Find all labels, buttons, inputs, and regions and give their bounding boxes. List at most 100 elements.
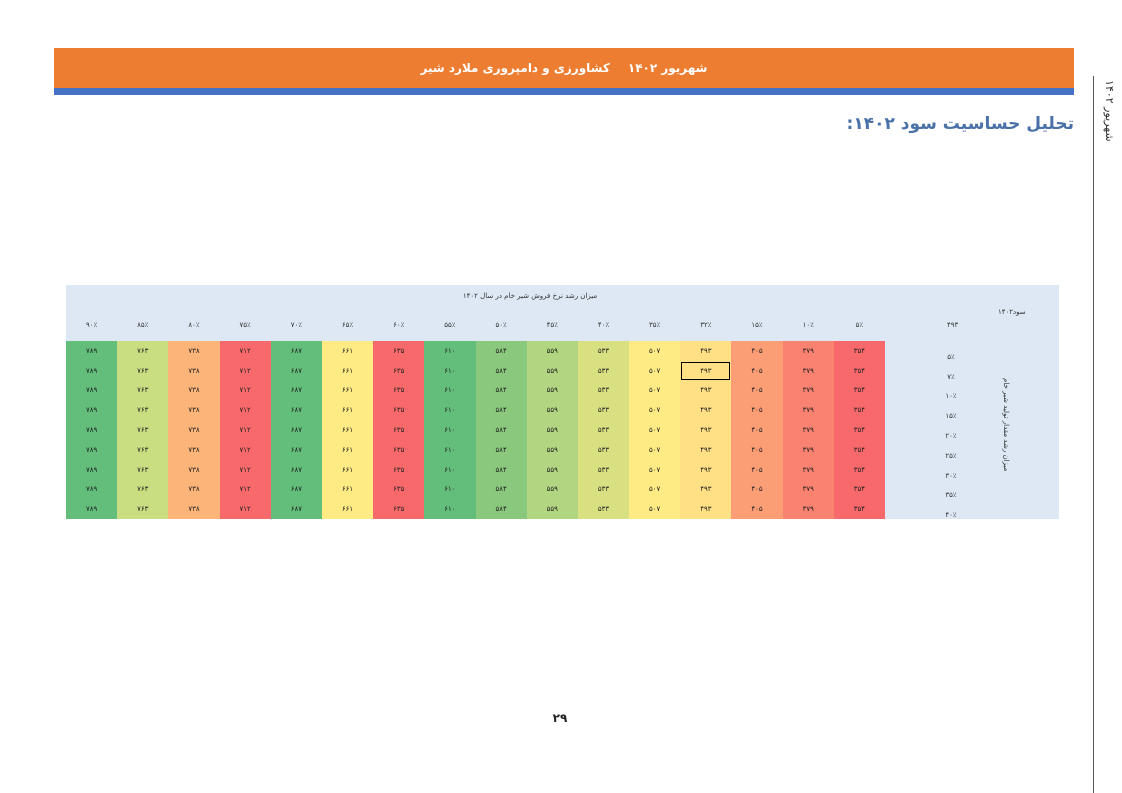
table-cell[interactable]: ۳۷۹ <box>782 439 834 460</box>
table-cell[interactable]: ۶۱۰ <box>424 360 476 381</box>
table-cell[interactable]: ۶۳۵ <box>373 479 425 500</box>
table-cell[interactable]: ۶۱۰ <box>424 341 476 361</box>
table-cell[interactable]: ۷۸۹ <box>66 400 118 421</box>
table-cell[interactable]: ۷۱۲ <box>219 439 271 460</box>
table-cell[interactable]: ۷۱۲ <box>219 341 271 361</box>
table-cell[interactable]: ۵۵۹ <box>526 360 578 381</box>
table-cell[interactable]: ۶۱۰ <box>424 459 476 480</box>
table-cell[interactable]: ۳۵۴ <box>833 380 885 401</box>
table-cell[interactable]: ۴۹۳ <box>680 360 732 381</box>
table-cell[interactable]: ۶۸۷ <box>270 499 322 519</box>
table-cell[interactable]: ۵۵۹ <box>526 499 578 519</box>
table-cell[interactable]: ۵۳۳ <box>577 420 630 440</box>
table-cell[interactable]: ۵۸۴ <box>475 459 527 480</box>
table-cell[interactable]: ۵۵۹ <box>526 479 578 500</box>
table-cell[interactable]: ۵۸۴ <box>475 360 527 381</box>
table-cell[interactable]: ۵۰۷ <box>629 420 681 440</box>
table-cell[interactable]: ۵۰۷ <box>629 360 681 381</box>
table-cell[interactable]: ۶۸۷ <box>270 380 322 401</box>
table-cell[interactable]: ۵۵۹ <box>526 380 578 401</box>
table-cell[interactable]: ۳۵۴ <box>833 459 885 480</box>
table-cell[interactable]: ۵۸۴ <box>475 380 527 401</box>
table-cell[interactable]: ۷۳۸ <box>168 439 220 460</box>
table-cell[interactable]: ۶۶۱ <box>321 479 374 500</box>
table-cell[interactable]: ۶۳۵ <box>373 499 425 519</box>
table-cell[interactable]: ۷۳۸ <box>168 459 220 480</box>
table-cell[interactable]: ۳۵۴ <box>833 341 885 361</box>
table-cell[interactable]: ۷۸۹ <box>66 420 118 440</box>
table-cell[interactable]: ۷۸۹ <box>66 499 118 519</box>
table-cell[interactable]: ۳۵۴ <box>833 420 885 440</box>
table-cell[interactable]: ۴۰۵ <box>731 360 783 381</box>
table-cell[interactable]: ۶۸۷ <box>270 420 322 440</box>
table-cell[interactable]: ۵۰۷ <box>629 479 681 500</box>
table-cell[interactable]: ۶۶۱ <box>321 400 374 421</box>
table-cell[interactable]: ۷۶۳ <box>117 479 169 500</box>
table-cell[interactable]: ۶۱۰ <box>424 479 476 500</box>
table-cell[interactable]: ۶۱۰ <box>424 499 476 519</box>
table-cell[interactable]: ۴۰۵ <box>731 380 783 401</box>
table-cell[interactable]: ۶۶۱ <box>321 380 374 401</box>
table-cell[interactable]: ۶۱۰ <box>424 420 476 440</box>
table-cell[interactable]: ۶۱۰ <box>424 400 476 421</box>
table-cell[interactable]: ۴۰۵ <box>731 499 783 519</box>
table-cell[interactable]: ۳۷۹ <box>782 400 834 421</box>
table-cell[interactable]: ۳۷۹ <box>782 380 834 401</box>
table-cell[interactable]: ۵۰۷ <box>629 341 681 361</box>
table-cell[interactable]: ۳۵۴ <box>833 479 885 500</box>
table-cell[interactable]: ۷۱۲ <box>219 380 271 401</box>
table-cell[interactable]: ۶۶۱ <box>321 360 374 381</box>
table-cell[interactable]: ۴۹۳ <box>680 380 732 401</box>
table-cell[interactable]: ۴۰۵ <box>731 479 783 500</box>
table-cell[interactable]: ۷۳۸ <box>168 479 220 500</box>
table-cell[interactable]: ۷۱۲ <box>219 400 271 421</box>
table-cell[interactable]: ۶۶۱ <box>321 459 374 480</box>
table-cell[interactable]: ۶۸۷ <box>270 360 322 381</box>
table-cell[interactable]: ۶۶۱ <box>321 439 374 460</box>
table-cell[interactable]: ۷۱۲ <box>219 499 271 519</box>
table-cell[interactable]: ۷۳۸ <box>168 400 220 421</box>
table-cell[interactable]: ۵۳۳ <box>577 439 630 460</box>
table-cell[interactable]: ۶۳۵ <box>373 400 425 421</box>
table-cell[interactable]: ۵۸۴ <box>475 341 527 361</box>
table-cell[interactable]: ۷۸۹ <box>66 479 118 500</box>
table-cell[interactable]: ۵۸۴ <box>475 479 527 500</box>
table-cell[interactable]: ۶۱۰ <box>424 439 476 460</box>
table-cell[interactable]: ۴۹۳ <box>680 341 732 361</box>
table-cell[interactable]: ۳۵۴ <box>833 360 885 381</box>
table-cell[interactable]: ۶۶۱ <box>321 420 374 440</box>
table-cell[interactable]: ۷۳۸ <box>168 420 220 440</box>
table-cell[interactable]: ۷۱۲ <box>219 420 271 440</box>
table-cell[interactable]: ۶۸۷ <box>270 479 322 500</box>
table-cell[interactable]: ۶۶۱ <box>321 499 374 519</box>
table-cell[interactable]: ۷۶۳ <box>117 420 169 440</box>
table-cell[interactable]: ۵۰۷ <box>629 459 681 480</box>
table-cell[interactable]: ۵۳۳ <box>577 341 630 361</box>
table-cell[interactable]: ۷۸۹ <box>66 459 118 480</box>
table-cell[interactable]: ۳۵۴ <box>833 439 885 460</box>
table-cell[interactable]: ۵۳۳ <box>577 479 630 500</box>
table-cell[interactable]: ۵۵۹ <box>526 400 578 421</box>
table-cell[interactable]: ۵۸۴ <box>475 439 527 460</box>
table-cell[interactable]: ۷۱۲ <box>219 479 271 500</box>
table-cell[interactable]: ۷۶۳ <box>117 459 169 480</box>
table-cell[interactable]: ۴۰۵ <box>731 341 783 361</box>
table-cell[interactable]: ۵۳۳ <box>577 380 630 401</box>
table-cell[interactable]: ۷۶۳ <box>117 499 169 519</box>
table-cell[interactable]: ۴۹۳ <box>680 439 732 460</box>
table-cell[interactable]: ۶۸۷ <box>270 400 322 421</box>
table-cell[interactable]: ۵۸۴ <box>475 499 527 519</box>
table-cell[interactable]: ۷۳۸ <box>168 380 220 401</box>
table-cell[interactable]: ۷۸۹ <box>66 439 118 460</box>
table-cell[interactable]: ۵۰۷ <box>629 439 681 460</box>
table-cell[interactable]: ۳۷۹ <box>782 420 834 440</box>
table-cell[interactable]: ۳۵۴ <box>833 499 885 519</box>
table-cell[interactable]: ۳۷۹ <box>782 459 834 480</box>
table-cell[interactable]: ۵۵۹ <box>526 420 578 440</box>
table-cell[interactable]: ۶۳۵ <box>373 360 425 381</box>
table-cell[interactable]: ۵۵۹ <box>526 439 578 460</box>
table-cell[interactable]: ۶۸۷ <box>270 459 322 480</box>
table-cell[interactable]: ۵۰۷ <box>629 400 681 421</box>
table-cell[interactable]: ۴۹۳ <box>680 479 732 500</box>
table-cell[interactable]: ۵۳۳ <box>577 400 630 421</box>
